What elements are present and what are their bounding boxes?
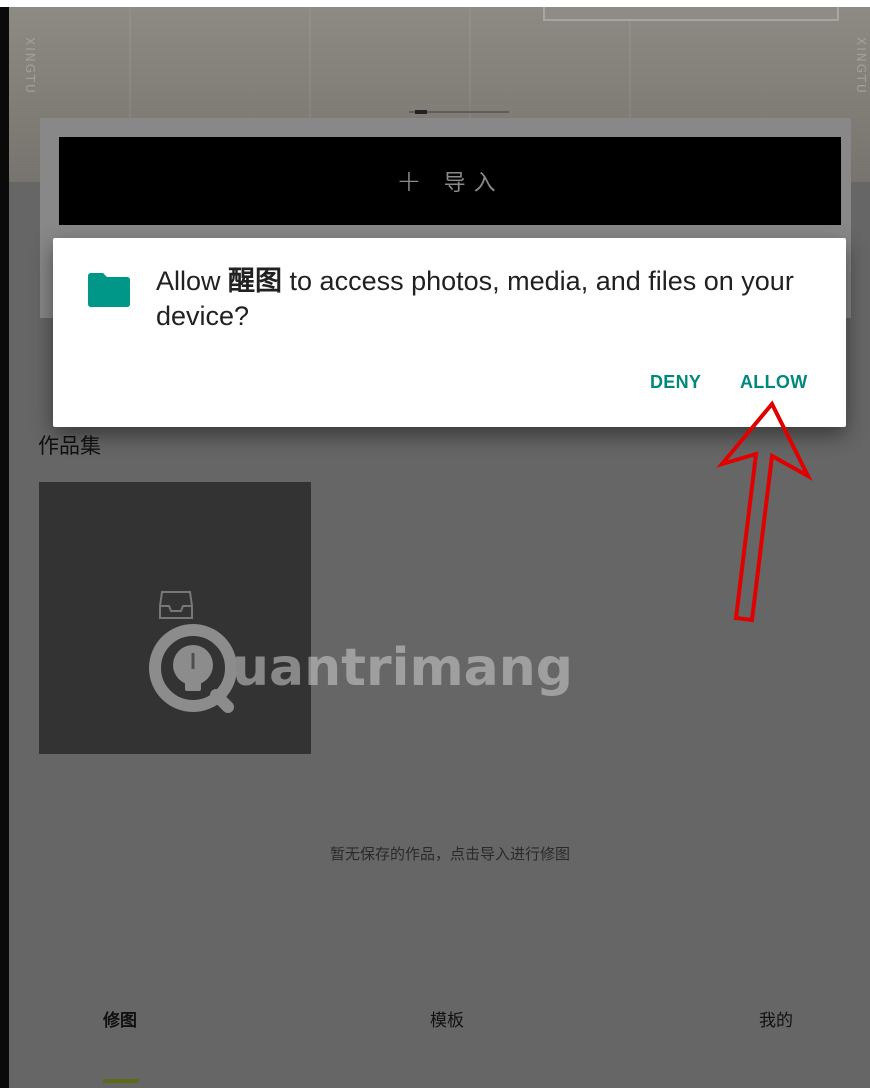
dialog-message: Allow 醒图 to access photos, media, and fi… [156,264,816,334]
lightbulb-icon [149,624,237,713]
bottom-navigation: 修图 模板 我的 [9,1000,870,1088]
watermark-logo: uantrimang [148,618,573,718]
dialog-message-prefix: Allow [156,266,229,296]
empty-state-message: 暂无保存的作品，点击导入进行修图 [329,845,570,863]
hero-photo-frame [543,7,839,21]
watermark-text: uantrimang [232,638,573,698]
hero-brand-right: XINGTU [854,37,868,95]
plus-icon: + [396,163,422,199]
allow-button[interactable]: ALLOW [740,372,807,393]
tab-active-indicator [103,1079,139,1083]
tab-mine[interactable]: 我的 [759,1006,793,1031]
screen-left-edge [0,0,9,1088]
hero-page-indicator-active [415,110,427,114]
tab-edit[interactable]: 修图 [103,1006,137,1031]
deny-button[interactable]: DENY [650,372,701,393]
red-arrow-annotation [716,400,813,623]
hero-brand-left: XINGTU [23,37,37,95]
tab-templates[interactable]: 模板 [430,1006,464,1031]
portfolio-title: 作品集 [38,434,101,458]
screen-top-edge [0,0,870,7]
import-button[interactable]: + 导入 [59,137,841,225]
import-label: 导入 [443,171,504,196]
dialog-app-name: 醒图 [228,266,283,296]
app-screen: XINGTU XINGTU + 导入 作品集 uantrimang 暂无保存的作… [0,0,870,1088]
folder-icon [88,273,130,307]
